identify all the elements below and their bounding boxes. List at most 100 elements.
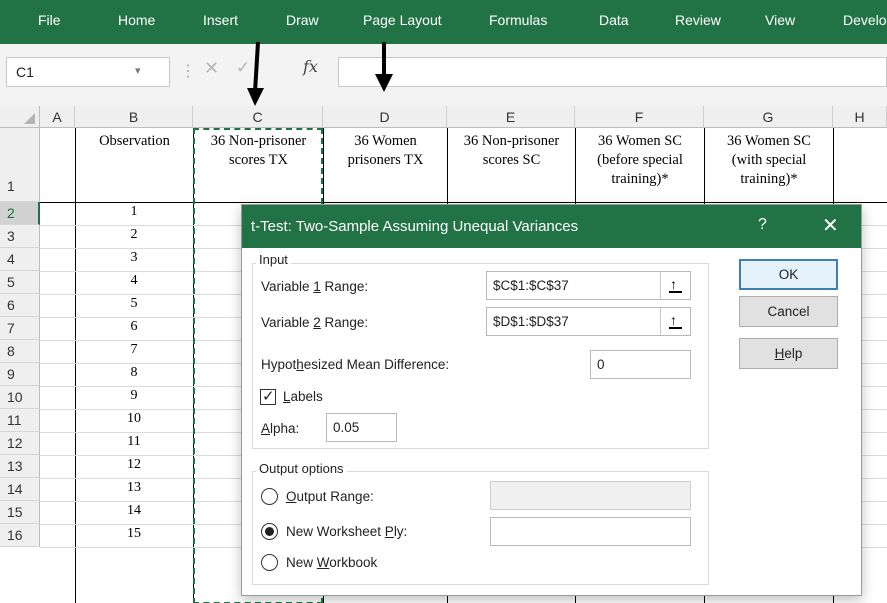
column-header-c[interactable]: C [193,106,323,128]
help-icon[interactable]: ? [758,216,767,234]
tab-data[interactable]: Data [599,0,629,40]
variable1-range-value: $C$1:$C$37 [493,278,569,293]
observation-cell[interactable]: 6 [75,319,193,335]
row-header[interactable]: 8 [0,340,40,363]
more-dots-icon: ⋮ [180,63,196,80]
tab-insert[interactable]: Insert [203,0,238,40]
tab-review[interactable]: Review [675,0,721,40]
checkmark-icon: ✓ [262,388,275,405]
insert-function-icon[interactable]: fx [303,57,318,76]
cancel-entry-icon[interactable]: ✕ [204,58,219,79]
row-header[interactable]: 3 [0,225,40,248]
ttest-dialog: t-Test: Two-Sample Assuming Unequal Vari… [241,204,862,596]
excel-window: File Home Insert Draw Page Layout Formul… [0,0,887,603]
tab-view[interactable]: View [765,0,795,40]
tab-file[interactable]: File [38,0,61,40]
variable2-label: Variable 2 Range: [261,315,369,330]
row-header[interactable]: 11 [0,409,40,432]
confirm-entry-icon[interactable]: ✓ [236,58,250,78]
header-women-sc-with[interactable]: 36 Women SC (with special training)* [705,132,833,189]
tab-developer[interactable]: Develo [843,0,887,40]
labels-checkbox[interactable]: ✓ [260,388,276,405]
row-header[interactable]: 6 [0,294,40,317]
alpha-input[interactable]: 0.05 [326,413,397,442]
output-range-input[interactable] [490,481,691,510]
input-group-legend: Input [256,252,291,267]
ok-button[interactable]: OK [739,259,838,290]
observation-cell[interactable]: 11 [75,434,193,450]
row-header[interactable]: 5 [0,271,40,294]
observation-cell[interactable]: 12 [75,457,193,473]
observation-cell[interactable]: 10 [75,411,193,427]
hypothesized-mean-input[interactable]: 0 [590,350,691,379]
variable1-range-input[interactable]: $C$1:$C$37 ↑ [486,271,691,300]
observation-cell[interactable]: 5 [75,296,193,312]
alpha-label: Alpha: [261,421,300,436]
variable2-range-input[interactable]: $D$1:$D$37 ↑ [486,307,691,336]
row-header[interactable]: 16 [0,524,40,547]
observation-cell[interactable]: 14 [75,503,193,519]
column-header-a[interactable]: A [40,106,75,128]
close-icon[interactable]: ✕ [822,213,839,238]
new-worksheet-name-input[interactable] [490,517,691,546]
row-header[interactable]: 15 [0,501,40,524]
header-non-prisoner-tx[interactable]: 36 Non-prisoner scores TX [194,132,323,170]
observation-cell[interactable]: 13 [75,480,193,496]
observation-cell[interactable]: 4 [75,273,193,289]
row-header[interactable]: 4 [0,248,40,271]
tab-formulas[interactable]: Formulas [489,0,547,40]
select-all-corner[interactable] [0,106,40,128]
row-header[interactable]: 14 [0,478,40,501]
help-button[interactable]: Help [739,338,838,369]
cancel-button[interactable]: Cancel [739,296,838,327]
new-worksheet-radio[interactable] [261,523,278,540]
collapse-dialog-button[interactable]: ↑ [660,272,690,299]
tab-home[interactable]: Home [118,0,155,40]
output-range-radio[interactable] [261,488,278,505]
chevron-down-icon[interactable]: ▾ [135,64,141,77]
formula-bar: C1 ▾ ⋮ ✕ ✓ fx [0,44,887,106]
header-women-sc-before[interactable]: 36 Women SC (before special training)* [576,132,704,189]
new-workbook-label[interactable]: New Workbook [286,555,377,570]
column-header-d[interactable]: D [323,106,447,128]
row-header[interactable]: 12 [0,432,40,455]
dialog-titlebar[interactable]: t-Test: Two-Sample Assuming Unequal Vari… [242,205,861,248]
observation-cell[interactable]: 3 [75,250,193,266]
row-header[interactable]: 13 [0,455,40,478]
observation-cell[interactable]: 7 [75,342,193,358]
collapse-dialog-button[interactable]: ↑ [660,308,690,335]
observation-cell[interactable]: 9 [75,388,193,404]
name-box[interactable]: C1 ▾ [6,57,170,87]
row-header[interactable]: 2 [0,202,40,225]
column-header-b[interactable]: B [75,106,193,128]
row-header[interactable]: 10 [0,386,40,409]
row-header[interactable]: 1 [0,128,40,202]
observation-cell[interactable]: 1 [75,204,193,220]
collapse-arrow-icon: ↑ [670,276,677,292]
formula-input[interactable] [338,57,887,87]
header-women-prisoners-tx[interactable]: 36 Women prisoners TX [324,132,447,170]
observation-cell[interactable]: 15 [75,526,193,542]
variable1-label: Variable 1 Range: [261,279,369,294]
tab-draw[interactable]: Draw [286,0,319,40]
row-header[interactable]: 7 [0,317,40,340]
new-workbook-radio[interactable] [261,554,278,571]
output-group-legend: Output options [256,461,347,476]
new-worksheet-label[interactable]: New Worksheet Ply: [286,524,407,539]
table-border [40,202,887,203]
hypothesized-mean-label: Hypothesized Mean Difference: [261,357,450,372]
header-non-prisoner-sc[interactable]: 36 Non-prisoner scores SC [448,132,575,170]
observation-cell[interactable]: 2 [75,227,193,243]
column-header-g[interactable]: G [704,106,833,128]
row-header[interactable]: 9 [0,363,40,386]
column-header-f[interactable]: F [575,106,704,128]
observation-cell[interactable]: 8 [75,365,193,381]
header-observation[interactable]: Observation [76,132,193,151]
output-range-label[interactable]: Output Range: [286,489,374,504]
tab-page-layout[interactable]: Page Layout [363,0,442,40]
column-header-h[interactable]: H [833,106,887,128]
column-header-e[interactable]: E [447,106,575,128]
labels-label[interactable]: Labels [283,389,323,404]
variable2-range-value: $D$1:$D$37 [493,314,569,329]
collapse-arrow-icon: ↑ [670,312,677,328]
